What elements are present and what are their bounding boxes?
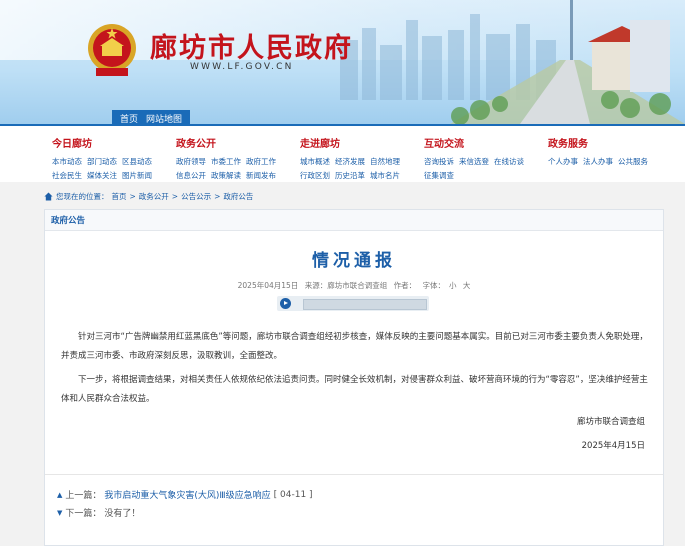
article-source: 来源：廊坊市联合调查组	[304, 281, 388, 290]
nav-link[interactable]: 政府工作	[246, 157, 276, 166]
font-large-button[interactable]: 大	[463, 281, 471, 290]
city-skyline-image	[340, 0, 685, 124]
down-arrow-icon: ▼	[57, 508, 63, 517]
article-paragraph: 下一步，将根据调查结果，对相关责任人依规依纪依法追责问责。同时健全长效机制，对侵…	[61, 375, 648, 404]
divider	[45, 474, 663, 475]
nav-link[interactable]: 公共服务	[618, 157, 648, 166]
nav-heading[interactable]: 政务服务	[548, 135, 653, 150]
prev-date: [ 04-11 ]	[273, 489, 313, 500]
nav-col-today: 今日廊坊 本市动态 部门动态 区县动态 社会民生 媒体关注 图片新闻	[52, 135, 157, 183]
nav-link[interactable]: 自然地理	[370, 157, 400, 166]
article-meta: 2025年04月15日 来源：廊坊市联合调查组 作者： 字体： 小 大	[45, 280, 663, 291]
nav-col-gov-affairs: 政务公开 政府领导 市委工作 政府工作 信息公开 政策解读 新闻发布	[176, 135, 281, 183]
audio-progress-bar[interactable]	[303, 299, 427, 310]
site-url: WWW.LF.GOV.CN	[190, 62, 294, 72]
breadcrumb-item[interactable]: 政府公告	[223, 191, 253, 202]
nav-col-about: 走进廊坊 城市概述 经济发展 自然地理 行政区划 历史沿革 城市名片	[300, 135, 405, 183]
category-label[interactable]: 政府公告	[51, 214, 85, 226]
nav-link[interactable]: 个人办事	[548, 157, 578, 166]
breadcrumb-item[interactable]: 政务公开	[139, 191, 169, 202]
breadcrumb: 您现在的位置： 首页 > 政务公开 > 公告公示 > 政府公告	[44, 191, 253, 202]
prev-article-link[interactable]: 我市启动重大气象灾害(大风)Ⅲ级应急响应	[104, 488, 270, 501]
nav-heading[interactable]: 互动交流	[424, 135, 529, 150]
nav-link[interactable]: 新闻发布	[246, 171, 276, 180]
nav-divider	[0, 182, 685, 188]
nav-link[interactable]: 图片新闻	[122, 171, 152, 180]
breadcrumb-prefix: 您现在的位置：	[56, 192, 109, 201]
header-banner: 廊坊市人民政府 WWW.LF.GOV.CN 首页 网站地图	[0, 0, 685, 126]
nav-col-interaction: 互动交流 咨询投诉 来信选登 在线访谈 征集调查	[424, 135, 529, 183]
prev-label: 上一篇：	[65, 491, 102, 501]
breadcrumb-item[interactable]: 首页	[112, 191, 127, 202]
nav-link[interactable]: 社会民生	[52, 171, 82, 180]
up-arrow-icon: ▲	[57, 490, 63, 499]
nav-link[interactable]: 历史沿革	[335, 171, 365, 180]
nav-link[interactable]: 来信选登	[459, 157, 489, 166]
font-small-button[interactable]: 小	[449, 281, 457, 290]
audio-player	[277, 296, 429, 311]
nav-heading[interactable]: 走进廊坊	[300, 135, 405, 150]
next-article: ▼ 下一篇： 没有了！	[57, 506, 141, 520]
panel-header: 政府公告	[45, 210, 663, 231]
main-nav: 今日廊坊 本市动态 部门动态 区县动态 社会民生 媒体关注 图片新闻 政务公开 政府领导…	[0, 126, 685, 182]
play-icon[interactable]	[280, 298, 291, 309]
nav-link[interactable]: 城市名片	[370, 171, 400, 180]
nav-link[interactable]: 在线访谈	[494, 157, 524, 166]
home-icon	[44, 192, 53, 201]
nav-link[interactable]: 政府领导	[176, 157, 206, 166]
nav-link[interactable]: 法人办事	[583, 157, 613, 166]
article-paragraph: 针对三河市“广告牌幽禁用红蓝黑底色”等问题，廊坊市联合调查组经初步核查，媒体反映…	[61, 332, 648, 361]
article-author: 作者：	[393, 281, 417, 290]
nav-link[interactable]: 市委工作	[211, 157, 241, 166]
breadcrumb-sep: >	[171, 192, 179, 201]
breadcrumb-sep: >	[129, 192, 136, 201]
sitemap-link[interactable]: 网站地图	[146, 112, 182, 125]
nav-heading[interactable]: 政务公开	[176, 135, 281, 150]
breadcrumb-item[interactable]: 公告公示	[181, 191, 211, 202]
nav-link[interactable]: 征集调查	[424, 171, 454, 180]
nav-link[interactable]: 行政区划	[300, 171, 330, 180]
tower	[570, 0, 573, 70]
nav-link[interactable]: 城市概述	[300, 157, 330, 166]
home-link[interactable]: 首页	[120, 112, 138, 125]
nav-link[interactable]: 本市动态	[52, 157, 82, 166]
breadcrumb-sep: >	[214, 192, 221, 201]
nav-link[interactable]: 咨询投诉	[424, 157, 454, 166]
nav-col-services: 政务服务 个人办事 法人办事 公共服务	[548, 135, 653, 169]
site-title: 廊坊市人民政府	[150, 33, 353, 64]
nav-link[interactable]: 政策解读	[211, 171, 241, 180]
signature: 廊坊市联合调查组	[576, 417, 645, 427]
nav-link[interactable]: 媒体关注	[87, 171, 117, 180]
article-date: 2025年04月15日	[237, 281, 299, 290]
prev-article: ▲ 上一篇： 我市启动重大气象灾害(大风)Ⅲ级应急响应 [ 04-11 ]	[57, 488, 313, 502]
article-panel: 政府公告 情况通报 2025年04月15日 来源：廊坊市联合调查组 作者： 字体…	[44, 209, 664, 546]
sign-date: 2025年4月15日	[581, 441, 645, 451]
nav-link[interactable]: 部门动态	[87, 157, 117, 166]
next-article-text: 没有了！	[104, 509, 141, 519]
nav-link[interactable]: 区县动态	[122, 157, 152, 166]
nav-link[interactable]: 经济发展	[335, 157, 365, 166]
nav-link[interactable]: 信息公开	[176, 171, 206, 180]
nav-heading[interactable]: 今日廊坊	[52, 135, 157, 150]
next-label: 下一篇：	[65, 509, 102, 519]
national-emblem-icon	[88, 24, 136, 76]
font-size-label: 字体：	[422, 281, 445, 290]
article-title: 情况通报	[312, 251, 396, 271]
